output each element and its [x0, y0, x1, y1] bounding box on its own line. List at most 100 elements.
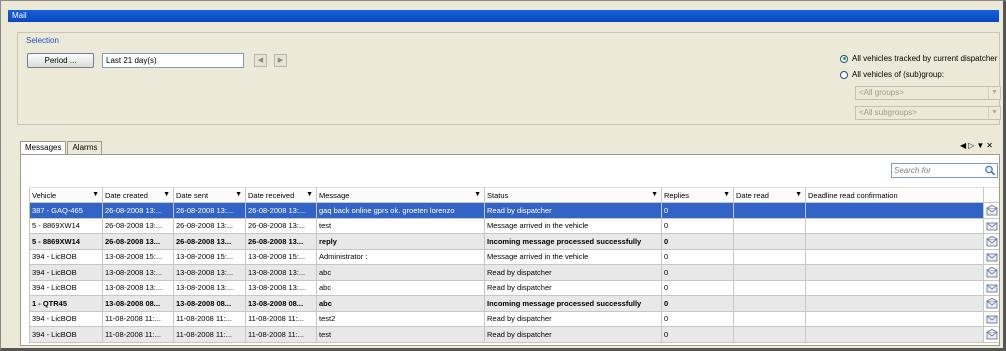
chevron-down-icon[interactable]: ▼ [306, 191, 313, 198]
envelope-icon-cell[interactable] [983, 264, 999, 281]
table-row[interactable]: 5 - 8869XW14 26-08-2008 13... 26-08-2008 1… [29, 233, 999, 250]
column-header-replies[interactable]: Replies ▼ [661, 187, 734, 203]
search-input[interactable]: Search for [891, 163, 998, 178]
table-cell: 13-08-2008 13:... [102, 279, 174, 296]
chevron-down-icon[interactable]: ▼ [723, 191, 730, 198]
table-cell: 13-08-2008 08... [102, 295, 174, 312]
table-cell [733, 295, 806, 312]
chevron-down-icon[interactable]: ▼ [988, 107, 1000, 119]
tab-alarms[interactable]: Alarms [67, 141, 103, 154]
column-header-date-sent[interactable]: Date sent ▼ [173, 187, 246, 203]
table-cell: 394 - LicBOB [29, 326, 103, 343]
column-header-label: Status [487, 190, 509, 200]
table-cell: Incoming message processed successfully [484, 295, 662, 312]
period-field[interactable]: Last 21 day(s) [102, 53, 244, 68]
column-header-date-received[interactable]: Date received ▼ [245, 187, 317, 203]
envelope-icon-cell[interactable] [983, 295, 999, 312]
radio-subgroup[interactable]: All vehicles of (sub)group: [840, 70, 944, 79]
chevron-down-icon[interactable]: ▼ [163, 191, 170, 198]
chevron-down-icon[interactable]: ▼ [235, 191, 242, 198]
envelope-icon[interactable] [986, 313, 998, 324]
table-cell: 11-08-2008 11:... [102, 310, 174, 327]
envelope-icon[interactable] [986, 266, 998, 278]
table-cell: 26-08-2008 13:... [173, 217, 246, 234]
table-cell: 13-08-2008 15:... [173, 248, 246, 265]
radio-all-tracked[interactable]: All vehicles tracked by current dispatch… [840, 54, 997, 63]
column-header-message[interactable]: Message ▼ [316, 187, 485, 203]
tab-messages[interactable]: Messages [20, 141, 67, 155]
chevron-down-icon[interactable]: ▼ [795, 191, 802, 198]
envelope-icon[interactable] [986, 328, 998, 340]
column-header-label: Vehicle [32, 190, 57, 200]
search-icon[interactable] [984, 165, 996, 176]
radio-selected-icon[interactable] [840, 54, 848, 63]
column-header-label: Date sent [176, 190, 209, 200]
table-cell [805, 217, 984, 234]
envelope-icon-cell[interactable] [983, 248, 999, 265]
table-row[interactable]: 5 - 8869XW14 26-08-2008 13:... 26-08-2008 … [29, 217, 999, 234]
table-cell [805, 264, 984, 281]
tab-menu-icon[interactable]: ▼ [976, 141, 986, 150]
tab-strip: Messages Alarms [20, 141, 103, 155]
table-row[interactable]: 394 - LicBOB 11-08-2008 11:... 11-08-2008 … [29, 310, 999, 327]
column-header-status[interactable]: Status ▼ [484, 187, 662, 203]
envelope-icon[interactable] [986, 297, 998, 309]
envelope-icon-cell[interactable] [983, 202, 999, 219]
envelope-icon[interactable] [986, 282, 998, 293]
envelope-icon-cell[interactable] [983, 326, 999, 343]
table-cell: 26-08-2008 13... [173, 233, 246, 250]
column-header-label: Date received [248, 190, 295, 200]
table-cell [733, 202, 806, 219]
tab-scroll-left-icon[interactable]: ◀ [960, 141, 968, 150]
table-cell: 26-08-2008 13... [245, 233, 317, 250]
table-cell: 26-08-2008 13:... [102, 202, 174, 219]
envelope-icon-cell[interactable] [983, 279, 999, 296]
table-cell: 11-08-2008 11:... [173, 310, 246, 327]
envelope-icon[interactable] [986, 251, 998, 262]
column-header-vehicle[interactable]: Vehicle ▼ [29, 187, 103, 203]
table-row[interactable]: 1 - QTR45 13-08-2008 08... 13-08-2008 08..… [29, 295, 999, 312]
table-cell: Read by dispatcher [484, 326, 662, 343]
chevron-down-icon[interactable]: ▼ [474, 191, 481, 198]
previous-period-icon[interactable]: ◀ [254, 54, 267, 67]
chevron-down-icon[interactable]: ▼ [92, 191, 99, 198]
table-row[interactable]: 394 - LicBOB 13-08-2008 15:... 13-08-2008 … [29, 248, 999, 265]
table-row[interactable]: 394 - LicBOB 11-08-2008 11:... 11-08-2008 … [29, 326, 999, 343]
envelope-icon-cell[interactable] [983, 217, 999, 234]
chevron-down-icon[interactable]: ▼ [988, 87, 1000, 99]
table-cell: 0 [661, 202, 734, 219]
groups-select-value: <All groups> [859, 88, 904, 97]
column-header-label: Date read [736, 190, 769, 200]
table-cell: 26-08-2008 13:... [245, 217, 317, 234]
column-header-label: Date created [105, 190, 148, 200]
table-cell [805, 310, 984, 327]
chevron-down-icon[interactable]: ▼ [651, 191, 658, 198]
envelope-icon[interactable] [986, 220, 998, 231]
envelope-icon[interactable] [986, 235, 998, 247]
column-header-deadline-read-confirmation[interactable]: Deadline read confirmation [805, 187, 984, 203]
table-cell: 26-08-2008 13:... [173, 202, 246, 219]
tab-close-icon[interactable]: ✕ [986, 141, 995, 150]
tab-scroll-controls: ◀▷▼✕ [960, 141, 995, 150]
envelope-icon-cell[interactable] [983, 310, 999, 327]
envelope-icon[interactable] [986, 204, 998, 216]
table-cell: 387 - GAQ-465 [29, 202, 103, 219]
subgroups-select[interactable]: <All subgroups> ▼ [855, 106, 1001, 120]
envelope-icon-cell[interactable] [983, 233, 999, 250]
table-cell [805, 248, 984, 265]
table-row[interactable]: 387 - GAQ-465 26-08-2008 13:... 26-08-2008… [29, 202, 999, 219]
table-cell: 394 - LicBOB [29, 310, 103, 327]
next-period-icon[interactable]: ▶ [274, 54, 287, 67]
table-row[interactable]: 394 - LicBOB 13-08-2008 13:... 13-08-2008 … [29, 279, 999, 296]
table-cell [733, 233, 806, 250]
table-cell: test2 [316, 310, 485, 327]
column-header-date-created[interactable]: Date created ▼ [102, 187, 174, 203]
period-button[interactable]: Period ... [27, 53, 94, 68]
messages-panel: Search for Vehicle ▼ Date created ▼ Date s… [20, 154, 1000, 346]
radio-unselected-icon[interactable] [840, 70, 848, 79]
table-row[interactable]: 394 - LicBOB 13-08-2008 13:... 13-08-2008 … [29, 264, 999, 281]
column-header-date-read[interactable]: Date read ▼ [733, 187, 806, 203]
table-cell: 394 - LicBOB [29, 248, 103, 265]
table-cell: 26-08-2008 13:... [245, 202, 317, 219]
groups-select[interactable]: <All groups> ▼ [855, 86, 1001, 100]
